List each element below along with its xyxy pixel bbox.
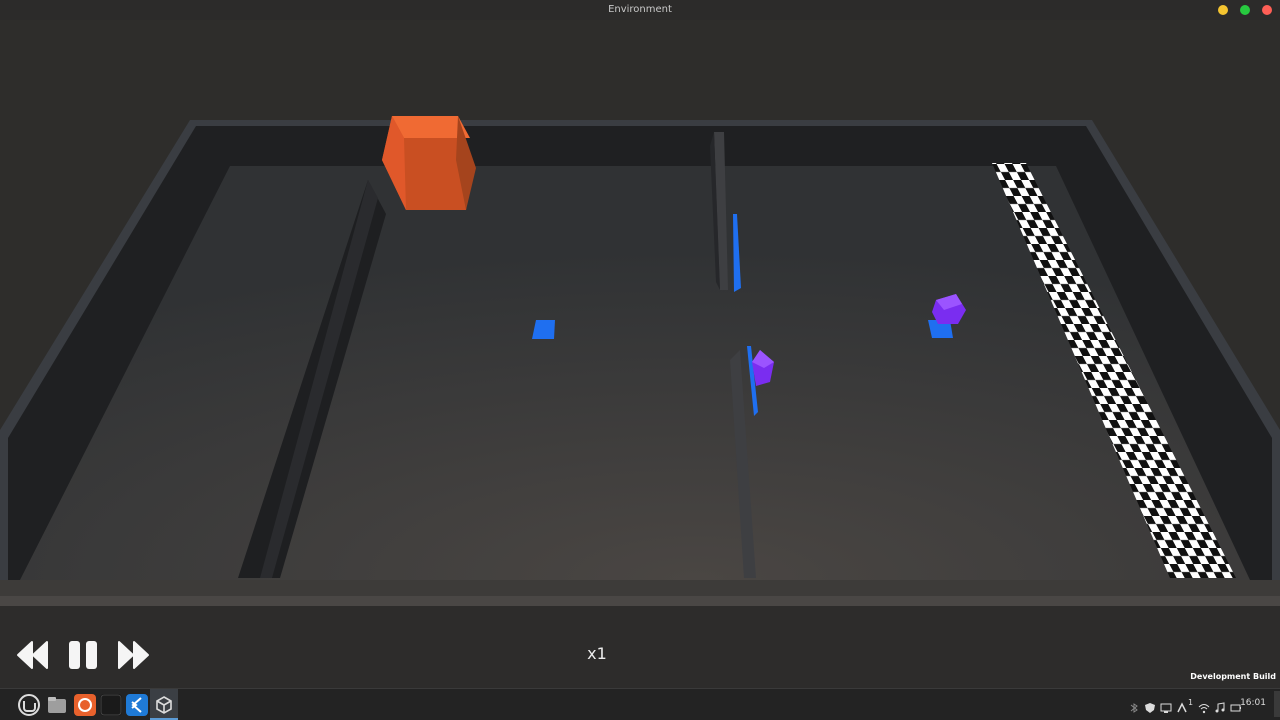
scene-svg	[0, 20, 1280, 606]
playback-controls: x1 Development Build	[0, 606, 1280, 688]
window-title: Environment	[608, 4, 672, 15]
close-button[interactable]	[1262, 5, 1272, 15]
show-desktop-button[interactable]	[1274, 691, 1280, 717]
fast-forward-icon	[118, 641, 149, 669]
minimize-button[interactable]	[1218, 5, 1228, 15]
speed-label: x1	[587, 644, 607, 663]
firefox-icon[interactable]	[74, 694, 96, 716]
update-icon[interactable]	[1176, 699, 1188, 713]
arena-floor	[20, 166, 1250, 580]
pause-button[interactable]	[66, 638, 100, 672]
music-icon[interactable]	[1214, 699, 1226, 713]
terminal-icon[interactable]	[100, 694, 122, 716]
update-count: 1	[1188, 698, 1194, 707]
shield-icon[interactable]	[1144, 699, 1156, 713]
files-icon[interactable]	[46, 694, 68, 716]
linux-mint-menu-icon[interactable]	[18, 694, 40, 716]
maximize-button[interactable]	[1240, 5, 1250, 15]
blue-tile	[532, 320, 555, 339]
vscode-icon[interactable]	[126, 694, 148, 716]
dev-build-label: Development Build	[1190, 672, 1276, 681]
unity-icon[interactable]	[153, 694, 175, 716]
game-viewport[interactable]	[0, 20, 1280, 606]
window-titlebar: Environment	[0, 0, 1280, 20]
fast-forward-button[interactable]	[116, 638, 150, 672]
wifi-icon[interactable]	[1198, 699, 1210, 714]
front-ledge-edge	[0, 596, 1280, 606]
network-icon[interactable]	[1160, 699, 1172, 713]
taskbar: 1 16:01	[0, 688, 1280, 720]
pause-icon	[69, 641, 97, 669]
bluetooth-icon[interactable]	[1128, 699, 1140, 713]
rewind-icon	[17, 641, 48, 669]
rewind-button[interactable]	[16, 638, 50, 672]
clock[interactable]: 16:01	[1240, 698, 1266, 708]
